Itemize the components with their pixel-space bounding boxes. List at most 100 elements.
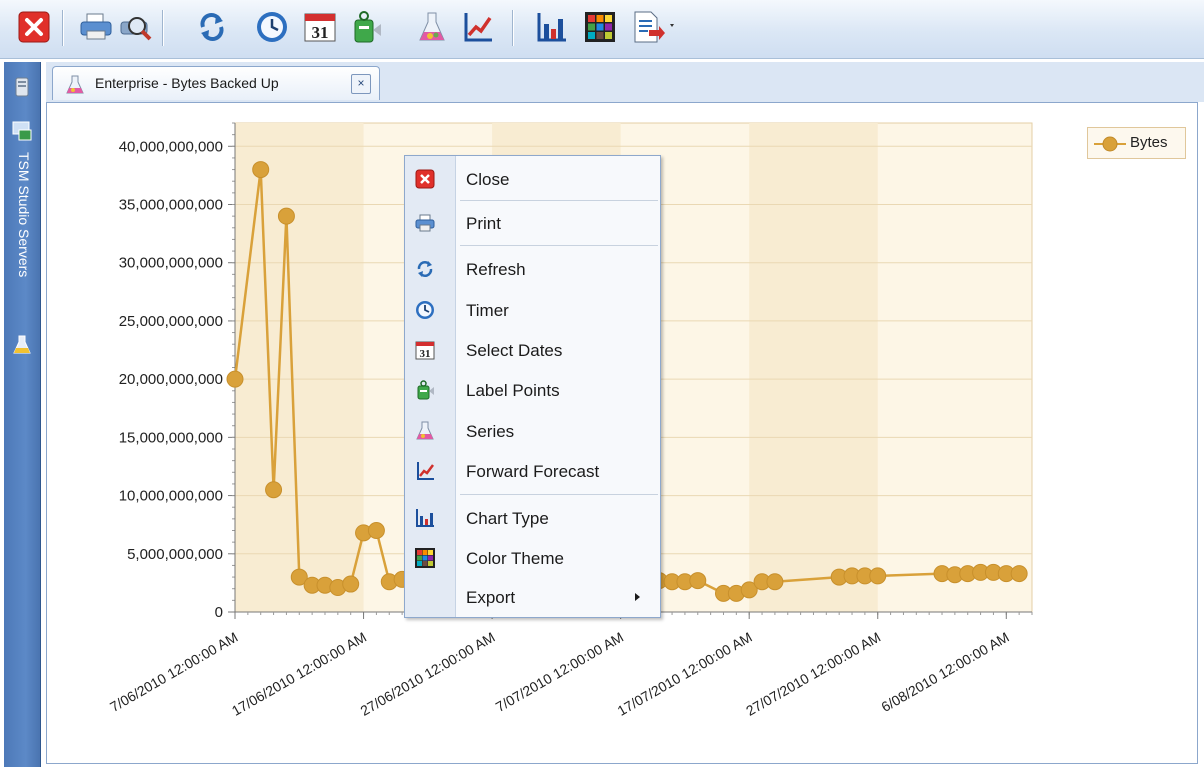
x-tick-label: 27/07/2010 12:00:00 AM: [743, 629, 883, 719]
menu-item-label: Timer: [466, 301, 509, 320]
menu-item-label: Print: [466, 214, 501, 233]
data-point[interactable]: [342, 575, 360, 593]
data-point[interactable]: [265, 481, 283, 499]
color-grid-icon: [415, 548, 435, 568]
data-point[interactable]: [367, 522, 385, 539]
toolbar-separator: [512, 10, 514, 46]
y-tick-label: 15,000,000,000: [119, 429, 223, 446]
menu-item-label: Close: [466, 170, 510, 189]
side-panel-label[interactable]: TSM Studio Servers: [12, 152, 32, 312]
select-dates-button[interactable]: 31: [302, 9, 338, 45]
forecast-button[interactable]: [460, 9, 496, 45]
menu-item-forward-forecast[interactable]: Forward Forecast: [405, 454, 660, 488]
printer-icon: [415, 213, 435, 233]
x-tick-label: 17/07/2010 12:00:00 AM: [615, 629, 755, 719]
x-tick-label: 27/06/2010 12:00:00 AM: [357, 629, 497, 719]
menu-item-label: Series: [466, 422, 515, 441]
close-icon: [415, 169, 435, 189]
forecast-icon: [415, 461, 435, 481]
x-tick-label: 7/06/2010 12:00:00 AM: [107, 629, 240, 715]
color-grid-icon: [585, 12, 615, 42]
data-point[interactable]: [226, 370, 244, 388]
y-tick-label: 30,000,000,000: [119, 255, 223, 272]
print-preview-button[interactable]: [118, 9, 154, 45]
svg-text:31: 31: [420, 348, 431, 360]
flask-icon: [66, 75, 84, 94]
data-point[interactable]: [869, 567, 887, 585]
menu-item-select-dates[interactable]: 31 Select Dates: [405, 333, 660, 367]
flask-icon: [419, 12, 445, 41]
chart-legend: Bytes: [1087, 127, 1186, 159]
close-icon: [18, 11, 50, 43]
calendar-icon: 31: [304, 13, 336, 42]
menu-separator: [460, 245, 658, 246]
menu-item-refresh[interactable]: Refresh: [405, 252, 660, 286]
export-button[interactable]: [630, 9, 678, 45]
x-tick-label: 6/08/2010 12:00:00 AM: [878, 629, 1011, 715]
print-preview-icon: [120, 17, 152, 41]
menu-item-color-theme[interactable]: Color Theme: [405, 541, 660, 575]
y-tick-label: 35,000,000,000: [119, 197, 223, 214]
refresh-icon: [200, 13, 224, 41]
menu-item-timer[interactable]: Timer: [405, 293, 660, 327]
toolbar-separator: [62, 10, 64, 46]
label-icon: [354, 11, 381, 43]
plot-band: [749, 123, 878, 612]
menu-item-label: Select Dates: [466, 341, 563, 360]
close-button[interactable]: [16, 9, 52, 45]
flask-icon: [415, 421, 435, 441]
color-theme-button[interactable]: [582, 9, 618, 45]
toolbar-separator: [162, 10, 164, 46]
legend-label: Bytes: [1130, 134, 1168, 151]
calendar-icon: 31: [415, 340, 435, 360]
y-tick-label: 10,000,000,000: [119, 488, 223, 505]
menu-item-export[interactable]: Export: [405, 580, 660, 614]
menu-item-chart-type[interactable]: Chart Type: [405, 501, 660, 535]
refresh-icon: [415, 259, 435, 279]
plot-band: [235, 123, 364, 612]
data-point[interactable]: [766, 573, 784, 591]
menu-separator: [460, 200, 658, 201]
bar-chart-icon: [537, 13, 566, 42]
menu-item-print[interactable]: Print: [405, 206, 660, 240]
data-point[interactable]: [252, 161, 270, 179]
menu-item-label: Label Points: [466, 381, 560, 400]
data-point[interactable]: [277, 207, 295, 225]
forecast-icon: [464, 13, 492, 42]
svg-text:31: 31: [312, 23, 329, 42]
tab-close-button[interactable]: ×: [351, 74, 371, 94]
flask-icon[interactable]: [12, 334, 32, 356]
clock-icon: [257, 12, 287, 42]
bar-chart-icon: [415, 508, 435, 528]
label-icon: [415, 380, 435, 400]
tab-title: Enterprise - Bytes Backed Up: [95, 75, 279, 91]
menu-separator: [460, 494, 658, 495]
timer-button[interactable]: [254, 9, 290, 45]
print-button[interactable]: [78, 9, 114, 45]
menu-item-series[interactable]: Series: [405, 414, 660, 448]
menu-item-label: Chart Type: [466, 509, 549, 528]
data-point[interactable]: [1010, 565, 1028, 583]
menu-item-label-points[interactable]: Label Points: [405, 373, 660, 407]
x-tick-label: 7/07/2010 12:00:00 AM: [493, 629, 626, 715]
menu-item-close[interactable]: Close: [405, 162, 660, 196]
y-tick-label: 20,000,000,000: [119, 371, 223, 388]
chart-type-button[interactable]: [534, 9, 570, 45]
legend-marker: [1094, 136, 1126, 152]
series-button[interactable]: [414, 9, 450, 45]
refresh-button[interactable]: [194, 9, 230, 45]
y-tick-label: 40,000,000,000: [119, 138, 223, 155]
label-points-button[interactable]: [348, 9, 384, 45]
context-menu: Close Print Refresh Timer 31 Select Date…: [404, 155, 661, 618]
y-tick-label: 0: [215, 604, 223, 621]
toolbar: 31: [0, 0, 1204, 59]
data-point[interactable]: [689, 572, 707, 590]
tab-enterprise-bytes-backed-up[interactable]: Enterprise - Bytes Backed Up ×: [52, 66, 380, 100]
server-icon[interactable]: [12, 76, 32, 98]
y-tick-label: 25,000,000,000: [119, 313, 223, 330]
menu-item-label: Forward Forecast: [466, 462, 600, 481]
printer-icon: [80, 13, 112, 40]
menu-item-label: Refresh: [466, 260, 526, 279]
tab-strip: Enterprise - Bytes Backed Up ×: [46, 62, 1204, 102]
servers-icon[interactable]: [11, 118, 33, 142]
